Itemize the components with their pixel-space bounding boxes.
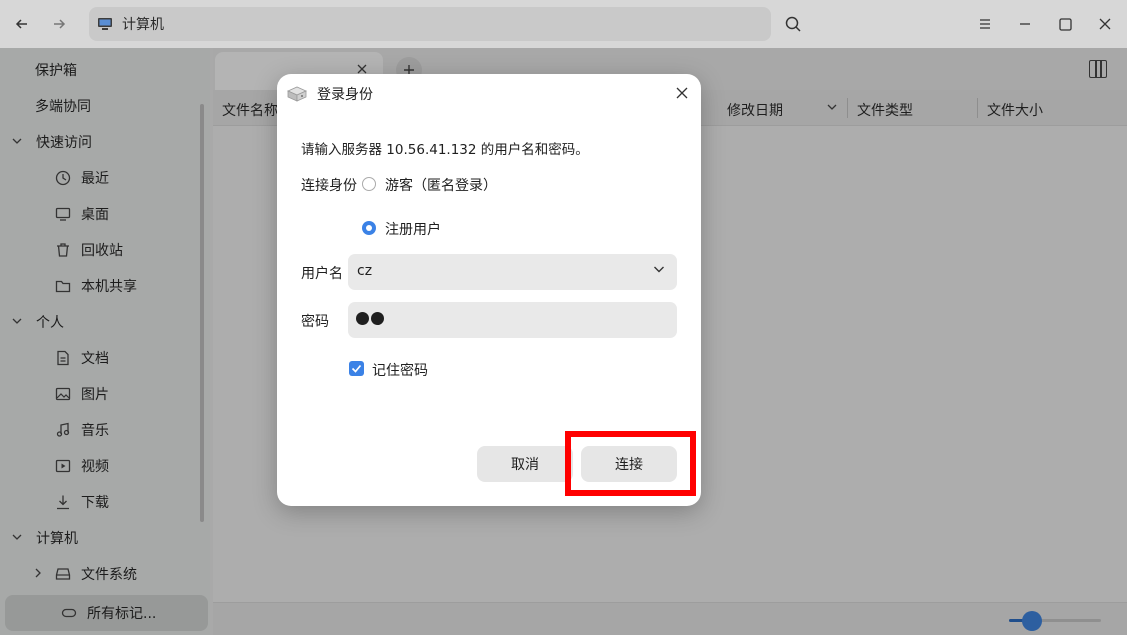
arrow-left-icon[interactable] <box>10 12 34 36</box>
column-divider[interactable] <box>847 98 848 118</box>
registered-user-radio-label[interactable]: 注册用户 <box>385 219 441 239</box>
sidebar-group-computer[interactable]: 计算机 <box>12 520 78 556</box>
sidebar-item-label: 下载 <box>81 495 109 511</box>
close-icon[interactable] <box>1093 12 1117 36</box>
sidebar-item-all-tags[interactable]: 所有标记... <box>60 595 156 631</box>
address-text: 计算机 <box>122 17 164 33</box>
folder-icon <box>54 277 72 295</box>
video-icon <box>54 457 72 475</box>
column-name[interactable]: 文件名称 <box>222 100 278 120</box>
remember-password-label[interactable]: 记住密码 <box>372 360 428 380</box>
drive-icon <box>54 565 72 583</box>
password-field[interactable] <box>348 302 677 338</box>
username-combobox[interactable]: cz <box>348 254 677 290</box>
sidebar-item-label: 本机共享 <box>81 279 137 295</box>
chevron-down-icon[interactable] <box>827 100 837 116</box>
password-mask <box>356 312 384 325</box>
sidebar-item-label: 文档 <box>81 351 109 367</box>
download-icon <box>54 493 72 511</box>
sidebar-item-label: 多端协同 <box>35 99 91 115</box>
username-label: 用户名 <box>301 266 343 282</box>
sidebar-group-label: 快速访问 <box>36 135 92 151</box>
sidebar-item-trash[interactable]: 回收站 <box>54 232 123 268</box>
sidebar-group-label: 计算机 <box>36 531 78 547</box>
status-bar <box>213 602 1127 635</box>
sidebar-item-label: 所有标记... <box>87 606 157 622</box>
sidebar-item-label: 音乐 <box>81 423 109 439</box>
chevron-down-icon[interactable] <box>12 316 24 329</box>
sidebar-item-downloads[interactable]: 下载 <box>54 484 109 520</box>
maximize-icon[interactable] <box>1053 12 1077 36</box>
sidebar: 保护箱 多端协同 快速访问 最近 桌面 回收站 本机共享 个人 文档 图片 音乐… <box>0 48 210 635</box>
sidebar-item-label: 最近 <box>81 171 109 187</box>
music-icon <box>54 421 72 439</box>
dialog-message: 请输入服务器 10.56.41.132 的用户名和密码。 <box>301 142 589 158</box>
columns-view-icon[interactable] <box>1089 60 1107 78</box>
desktop-icon <box>54 205 72 223</box>
sidebar-item-music[interactable]: 音乐 <box>54 412 109 448</box>
sidebar-item-collaboration[interactable]: 多端协同 <box>35 88 91 124</box>
tag-icon <box>60 604 78 622</box>
sidebar-item-shared[interactable]: 本机共享 <box>54 268 137 304</box>
guest-radio[interactable] <box>362 177 376 191</box>
computer-icon <box>97 17 113 31</box>
sidebar-item-vault[interactable]: 保护箱 <box>35 52 77 88</box>
sidebar-item-label: 桌面 <box>81 207 109 223</box>
password-dot <box>371 312 384 325</box>
sidebar-item-recent[interactable]: 最近 <box>54 160 109 196</box>
titlebar: 计算机 <box>0 0 1127 48</box>
sidebar-item-desktop[interactable]: 桌面 <box>54 196 109 232</box>
sidebar-item-label: 视频 <box>81 459 109 475</box>
dialog-title: 登录身份 <box>317 87 373 103</box>
username-value: cz <box>357 263 373 279</box>
hamburger-menu-icon[interactable] <box>973 12 997 36</box>
cancel-button[interactable]: 取消 <box>477 446 573 482</box>
sidebar-item-videos[interactable]: 视频 <box>54 448 109 484</box>
sidebar-item-label: 保护箱 <box>35 63 77 79</box>
column-file-type[interactable]: 文件类型 <box>857 100 913 120</box>
password-dot <box>356 312 369 325</box>
highlight-box <box>565 431 696 496</box>
column-file-size[interactable]: 文件大小 <box>987 100 1043 120</box>
sidebar-group-label: 个人 <box>36 315 64 331</box>
sidebar-item-pictures[interactable]: 图片 <box>54 376 109 412</box>
sidebar-item-label: 文件系统 <box>81 567 137 583</box>
search-icon[interactable] <box>781 12 805 36</box>
registered-user-radio[interactable] <box>362 221 376 235</box>
column-divider[interactable] <box>977 98 978 118</box>
chevron-down-icon[interactable] <box>653 263 665 278</box>
close-icon[interactable] <box>671 82 693 104</box>
sidebar-scrollbar[interactable] <box>200 104 204 522</box>
chevron-right-icon[interactable] <box>33 566 45 582</box>
zoom-slider-handle[interactable] <box>1022 611 1042 631</box>
address-bar[interactable]: 计算机 <box>89 7 771 41</box>
minimize-icon[interactable] <box>1013 12 1037 36</box>
connect-as-label: 连接身份 <box>301 178 357 194</box>
sidebar-item-filesystem[interactable]: 文件系统 <box>33 556 137 592</box>
password-label: 密码 <box>301 314 329 330</box>
clock-icon <box>54 169 72 187</box>
document-icon <box>54 349 72 367</box>
sidebar-group-personal[interactable]: 个人 <box>12 304 64 340</box>
sidebar-item-label: 图片 <box>81 387 109 403</box>
guest-radio-label[interactable]: 游客（匿名登录） <box>385 175 497 195</box>
sidebar-group-quick-access[interactable]: 快速访问 <box>12 124 92 160</box>
network-drive-icon <box>285 82 309 106</box>
arrow-right-icon[interactable] <box>47 12 71 36</box>
trash-icon <box>54 241 72 259</box>
column-modified-date[interactable]: 修改日期 <box>727 100 783 120</box>
chevron-down-icon[interactable] <box>12 136 24 149</box>
remember-password-checkbox[interactable] <box>349 361 364 376</box>
sidebar-item-documents[interactable]: 文档 <box>54 340 109 376</box>
chevron-down-icon[interactable] <box>12 532 24 545</box>
sidebar-item-label: 回收站 <box>81 243 123 259</box>
image-icon <box>54 385 72 403</box>
